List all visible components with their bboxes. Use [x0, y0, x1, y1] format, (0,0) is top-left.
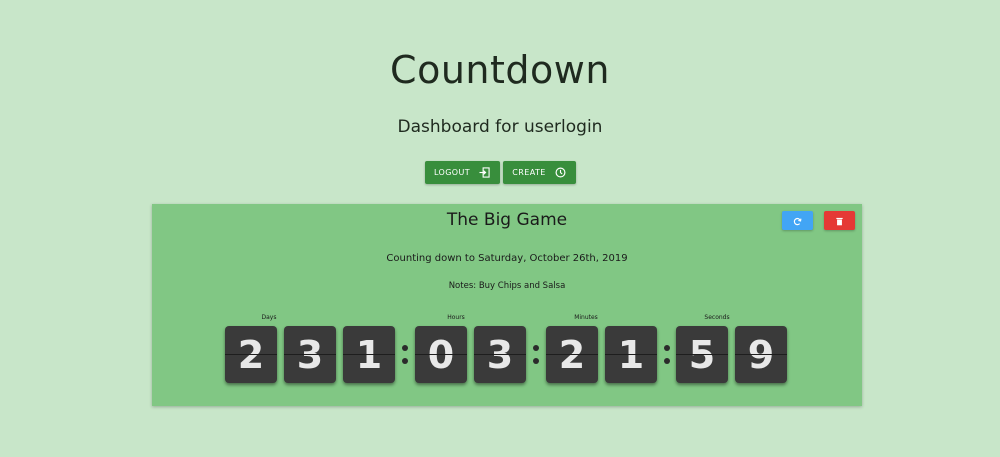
create-button[interactable]: CREATE: [502, 161, 576, 184]
countdown-title: The Big Game: [446, 210, 568, 230]
minutes-digit-2: 1: [605, 326, 657, 383]
days-digit-3: 1: [343, 326, 395, 383]
logout-icon: [479, 167, 490, 178]
separator-colon: [663, 343, 671, 367]
logout-button[interactable]: LOGOUT: [424, 161, 500, 184]
refresh-button[interactable]: [782, 211, 813, 230]
hours-label: Hours: [447, 314, 465, 321]
target-date-text: Counting down to Saturday, October 26th,…: [386, 253, 628, 264]
page-subtitle: Dashboard for userlogin: [397, 117, 603, 137]
notes-text: Notes: Buy Chips and Salsa: [448, 281, 566, 291]
separator-colon: [532, 343, 540, 367]
hours-digit-1: 0: [415, 326, 467, 383]
refresh-icon: [793, 211, 802, 230]
trash-icon: [835, 211, 844, 230]
hours-digit-2: 3: [474, 326, 526, 383]
logout-button-label: LOGOUT: [433, 168, 471, 177]
delete-button[interactable]: [824, 211, 855, 230]
days-label: Days: [261, 314, 277, 321]
separator-colon: [401, 343, 409, 367]
clock-icon: [555, 167, 566, 178]
page-title: Countdown: [390, 48, 610, 92]
countdown-card: The Big Game Counting down to Saturday, …: [152, 204, 862, 406]
seconds-digit-1: 5: [676, 326, 728, 383]
minutes-digit-1: 2: [546, 326, 598, 383]
toolbar: LOGOUT CREATE: [0, 161, 1000, 184]
seconds-digit-2: 9: [735, 326, 787, 383]
days-digit-1: 2: [225, 326, 277, 383]
create-button-label: CREATE: [512, 168, 546, 177]
days-digit-2: 3: [284, 326, 336, 383]
page: Countdown Dashboard for userlogin LOGOUT…: [0, 0, 1000, 457]
seconds-label: Seconds: [704, 314, 730, 321]
minutes-label: Minutes: [574, 314, 598, 321]
